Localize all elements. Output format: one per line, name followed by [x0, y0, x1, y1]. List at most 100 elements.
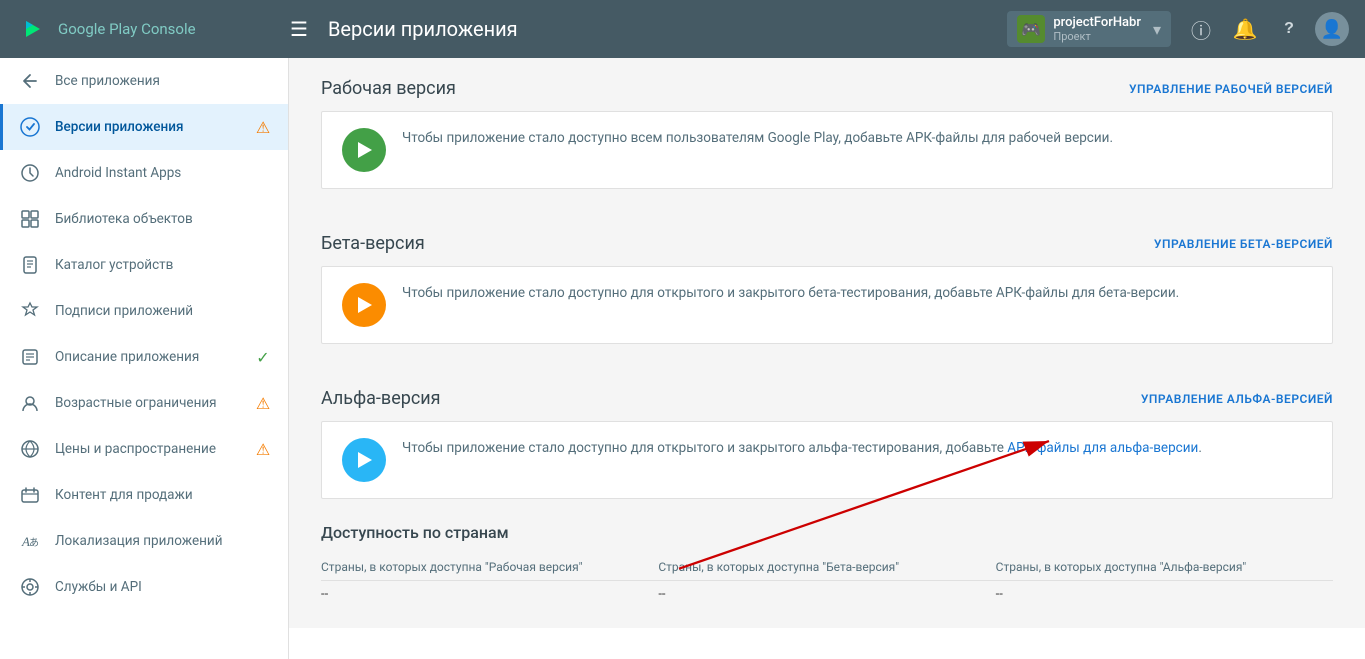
- project-subtitle: Проект: [1053, 30, 1141, 43]
- availability-beta-value: --: [658, 581, 995, 608]
- avatar-icon: 👤: [1321, 19, 1343, 40]
- production-section: Рабочая версия УПРАВЛЕНИЕ РАБОЧЕЙ ВЕРСИЕ…: [289, 58, 1365, 189]
- sidebar-item-app-versions-label: Версии приложения: [55, 119, 254, 135]
- sidebar-item-app-versions[interactable]: Версии приложения ⚠: [0, 104, 288, 150]
- availability-alpha-header: Страны, в которых доступна "Альфа-версия…: [996, 554, 1333, 581]
- project-icon: 🎮: [1017, 15, 1045, 43]
- sidebar-item-services-api-label: Службы и API: [55, 579, 272, 595]
- info-button[interactable]: ⓘ: [1183, 11, 1219, 47]
- sidebar-item-instant-apps-label: Android Instant Apps: [55, 165, 272, 181]
- beta-section: Бета-версия УПРАВЛЕНИЕ БЕТА-ВЕРСИЕЙ Чтоб…: [289, 213, 1365, 344]
- header-actions: ⓘ 🔔 ? 👤: [1183, 11, 1349, 47]
- project-info: projectForHabr Проект: [1053, 15, 1141, 43]
- sidebar-item-localization[interactable]: Aあ Локализация приложений: [0, 518, 288, 564]
- help-button[interactable]: ?: [1271, 11, 1307, 47]
- localization-icon: Aあ: [19, 530, 41, 552]
- sidebar-item-device-catalog[interactable]: Каталог устройств: [0, 242, 288, 288]
- app-versions-warning-badge: ⚠: [254, 118, 272, 136]
- chevron-down-icon: ▾: [1153, 20, 1161, 39]
- sidebar-item-app-description[interactable]: Описание приложения ✓: [0, 334, 288, 380]
- sidebar-item-asset-library-label: Библиотека объектов: [55, 211, 272, 227]
- play-console-logo-icon: [16, 13, 48, 45]
- logo-text: Google Play Console: [58, 20, 196, 38]
- divider-1: [289, 193, 1365, 213]
- production-info-text: Чтобы приложение стало доступно всем пол…: [402, 128, 1113, 148]
- alpha-info-text: Чтобы приложение стало доступно для откр…: [402, 438, 1202, 458]
- sidebar-item-in-app-products-label: Контент для продажи: [55, 487, 272, 503]
- notifications-button[interactable]: 🔔: [1227, 11, 1263, 47]
- pricing-icon: [19, 438, 41, 460]
- pricing-warning-badge: ⚠: [254, 440, 272, 458]
- app-description-icon: [19, 346, 41, 368]
- manage-production-link[interactable]: УПРАВЛЕНИЕ РАБОЧЕЙ ВЕРСИЕЙ: [1129, 82, 1333, 96]
- manage-alpha-link[interactable]: УПРАВЛЕНИЕ АЛЬФА-ВЕРСИЕЙ: [1141, 392, 1333, 406]
- availability-table: Страны, в которых доступна "Рабочая верс…: [321, 554, 1333, 608]
- sidebar-item-pricing[interactable]: Цены и распространение ⚠: [0, 426, 288, 472]
- project-name: projectForHabr: [1053, 15, 1141, 30]
- help-icon: ?: [1284, 20, 1294, 38]
- avatar[interactable]: 👤: [1315, 12, 1349, 46]
- app-signing-icon: [19, 300, 41, 322]
- asset-library-icon: [19, 208, 41, 230]
- app-description-success-badge: ✓: [254, 348, 272, 366]
- sidebar-item-age-ratings[interactable]: Возрастные ограничения ⚠: [0, 380, 288, 426]
- info-icon: ⓘ: [1191, 15, 1211, 44]
- in-app-products-icon: [19, 484, 41, 506]
- back-arrow-icon: [19, 70, 41, 92]
- sidebar-item-pricing-label: Цены и распространение: [55, 441, 254, 457]
- project-selector[interactable]: 🎮 projectForHabr Проект ▾: [1007, 11, 1171, 47]
- bell-icon: 🔔: [1233, 17, 1258, 42]
- app-header: Google Play Console ☰ Версии приложения …: [0, 0, 1365, 58]
- sidebar-item-app-description-label: Описание приложения: [55, 349, 254, 365]
- beta-title: Бета-версия: [321, 233, 425, 254]
- availability-production-value: --: [321, 581, 658, 608]
- app-versions-icon: [19, 116, 41, 138]
- beta-section-header: Бета-версия УПРАВЛЕНИЕ БЕТА-ВЕРСИЕЙ: [321, 233, 1333, 254]
- production-title: Рабочая версия: [321, 78, 456, 99]
- alpha-play-icon: [342, 438, 386, 482]
- availability-col-beta: Страны, в которых доступна "Бета-версия"…: [658, 554, 995, 608]
- availability-section: Доступность по странам Страны, в которых…: [289, 503, 1365, 628]
- alpha-text-part2: .: [1198, 440, 1202, 456]
- availability-beta-header: Страны, в которых доступна "Бета-версия": [658, 554, 995, 581]
- sidebar-item-services-api[interactable]: Службы и API: [0, 564, 288, 610]
- availability-alpha-value: --: [996, 581, 1333, 608]
- main-wrapper: Рабочая версия УПРАВЛЕНИЕ РАБОЧЕЙ ВЕРСИЕ…: [289, 58, 1365, 659]
- instant-apps-icon: [19, 162, 41, 184]
- alpha-text-link[interactable]: АРК-файлы для альфа-версии: [1007, 440, 1198, 456]
- sidebar: Все приложения Версии приложения ⚠ Andro…: [0, 58, 289, 659]
- age-ratings-warning-badge: ⚠: [254, 394, 272, 412]
- sidebar-item-app-signing-label: Подписи приложений: [55, 303, 272, 319]
- sidebar-item-app-signing[interactable]: Подписи приложений: [0, 288, 288, 334]
- sidebar-item-asset-library[interactable]: Библиотека объектов: [0, 196, 288, 242]
- menu-icon: ☰: [290, 19, 308, 41]
- availability-production-header: Страны, в которых доступна "Рабочая верс…: [321, 554, 658, 581]
- svg-text:あ: あ: [29, 537, 39, 549]
- production-play-icon: [342, 128, 386, 172]
- page-title: Версии приложения: [328, 17, 1007, 41]
- layout: Все приложения Версии приложения ⚠ Andro…: [0, 58, 1365, 659]
- production-info-card: Чтобы приложение стало доступно всем пол…: [321, 111, 1333, 189]
- sidebar-item-in-app-products[interactable]: Контент для продажи: [0, 472, 288, 518]
- device-catalog-icon: [19, 254, 41, 276]
- sidebar-item-all-apps[interactable]: Все приложения: [0, 58, 288, 104]
- beta-play-icon: [342, 283, 386, 327]
- age-ratings-icon: [19, 392, 41, 414]
- sidebar-item-instant-apps[interactable]: Android Instant Apps: [0, 150, 288, 196]
- alpha-section: Альфа-версия УПРАВЛЕНИЕ АЛЬФА-ВЕРСИЕЙ Чт…: [289, 368, 1365, 499]
- manage-beta-link[interactable]: УПРАВЛЕНИЕ БЕТА-ВЕРСИЕЙ: [1154, 237, 1333, 251]
- alpha-text-part1: Чтобы приложение стало доступно для откр…: [402, 440, 1007, 456]
- sidebar-item-age-ratings-label: Возрастные ограничения: [55, 395, 254, 411]
- alpha-title: Альфа-версия: [321, 388, 441, 409]
- services-api-icon: [19, 576, 41, 598]
- availability-col-production: Страны, в которых доступна "Рабочая верс…: [321, 554, 658, 608]
- main-content: Рабочая версия УПРАВЛЕНИЕ РАБОЧЕЙ ВЕРСИЕ…: [289, 58, 1365, 628]
- availability-col-alpha: Страны, в которых доступна "Альфа-версия…: [996, 554, 1333, 608]
- menu-toggle-button[interactable]: ☰: [286, 13, 312, 46]
- beta-info-text: Чтобы приложение стало доступно для откр…: [402, 283, 1179, 303]
- sidebar-item-all-apps-label: Все приложения: [55, 73, 272, 89]
- alpha-info-card: Чтобы приложение стало доступно для откр…: [321, 421, 1333, 499]
- svg-text:🎮: 🎮: [1021, 20, 1041, 39]
- sidebar-item-device-catalog-label: Каталог устройств: [55, 257, 272, 273]
- sidebar-item-localization-label: Локализация приложений: [55, 533, 272, 549]
